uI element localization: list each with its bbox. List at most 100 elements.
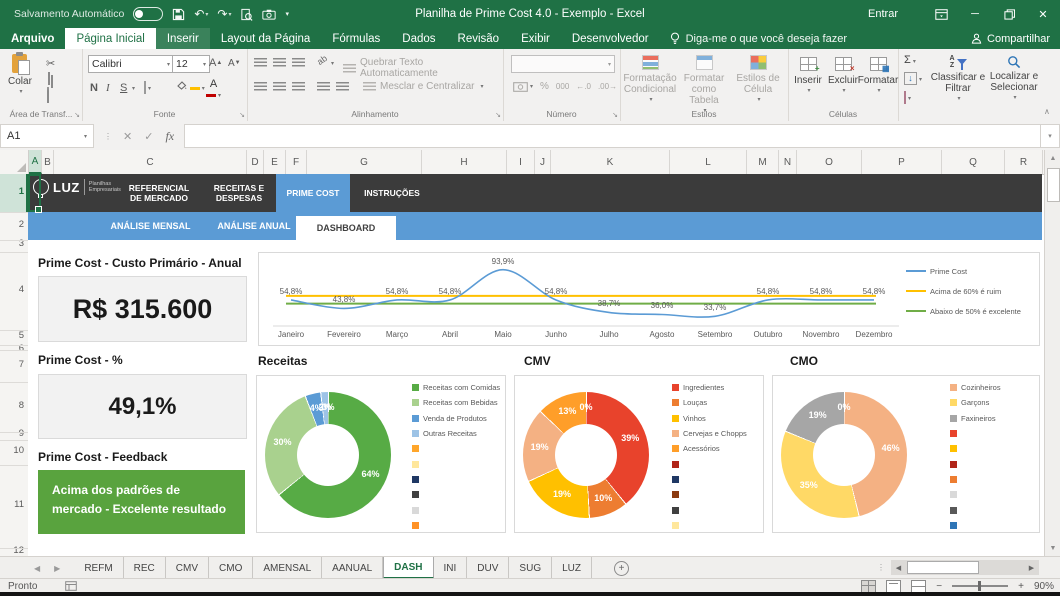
redo-caret-icon[interactable]: ▾ <box>228 11 231 18</box>
column-header-q[interactable]: Q <box>942 150 1005 174</box>
decrease-indent-icon[interactable] <box>317 82 330 91</box>
column-header-b[interactable]: B <box>42 150 54 174</box>
column-header-e[interactable]: E <box>264 150 286 174</box>
accounting-format-icon[interactable] <box>513 82 528 92</box>
zoom-out-icon[interactable]: − <box>936 581 942 592</box>
zoom-in-icon[interactable]: + <box>1018 581 1024 592</box>
sheet-tab-dash[interactable]: DASH <box>383 557 433 579</box>
font-name-combobox[interactable]: Calibri▾ <box>88 55 174 73</box>
name-box[interactable]: A1 ▾ <box>0 124 94 148</box>
subnav-analise-anual[interactable]: ANÁLISE ANUAL <box>208 212 300 240</box>
decrease-font-size-button[interactable]: A▼ <box>228 55 241 71</box>
align-bottom-icon[interactable] <box>292 58 305 67</box>
horizontal-scrollbar[interactable]: ⋮ ◀ ▶ <box>877 560 1042 575</box>
cut-button[interactable]: ✂ <box>46 55 55 71</box>
ribbon-tab-desenvolvedor[interactable]: Desenvolvedor <box>561 28 660 49</box>
find-select-button[interactable]: Localizar e Selecionar ▾ <box>988 55 1040 104</box>
sheet-prev-icon[interactable]: ◀ <box>34 564 40 573</box>
select-all-corner[interactable] <box>0 150 29 174</box>
row-header-8[interactable]: 8 <box>19 400 24 411</box>
redo-icon[interactable]: ↷▾ <box>217 7 231 21</box>
tab-split-handle-icon[interactable]: ⋮ <box>877 563 886 572</box>
increase-font-size-button[interactable]: A▲ <box>209 55 222 71</box>
print-preview-icon[interactable] <box>240 8 253 21</box>
align-right-icon[interactable] <box>292 82 305 91</box>
bold-button[interactable]: N <box>90 80 98 96</box>
sheet-tab-aanual[interactable]: AANUAL <box>322 557 383 579</box>
clipboard-dialog-launcher-icon[interactable]: ↘ <box>74 111 80 119</box>
zoom-slider-thumb[interactable] <box>978 581 981 591</box>
row-header-7[interactable]: 7 <box>19 359 24 370</box>
column-header-i[interactable]: I <box>507 150 535 174</box>
column-header-c[interactable]: C <box>54 150 247 174</box>
column-header-a[interactable]: A <box>29 150 42 174</box>
underline-caret-icon[interactable]: ▾ <box>132 85 135 92</box>
sign-in-button[interactable]: Entrar <box>868 8 898 20</box>
underline-button[interactable]: S <box>120 80 127 96</box>
format-painter-button[interactable] <box>47 91 49 102</box>
zoom-slider[interactable] <box>952 585 1008 587</box>
scroll-down-icon[interactable]: ▼ <box>1045 540 1060 556</box>
sheet-tab-amensal[interactable]: AMENSAL <box>253 557 322 579</box>
fill-color-button[interactable]: ▾ <box>175 80 205 93</box>
autosave-toggle[interactable] <box>133 7 163 21</box>
scroll-right-icon[interactable]: ▶ <box>1024 560 1039 575</box>
column-header-h[interactable]: H <box>422 150 507 174</box>
wrap-text-button[interactable]: Quebrar Texto Automaticamente <box>343 57 503 79</box>
format-as-table-button[interactable]: Formatar como Tabela ▾ <box>678 55 730 117</box>
sheet-tab-cmv[interactable]: CMV <box>166 557 209 579</box>
format-cells-button[interactable]: ▦ Formatar ▾ <box>860 57 896 97</box>
font-size-combobox[interactable]: 12▾ <box>172 55 210 73</box>
ribbon-display-options-icon[interactable] <box>924 0 958 28</box>
column-header-d[interactable]: D <box>247 150 264 174</box>
column-header-r[interactable]: R <box>1005 150 1043 174</box>
page-break-view-icon[interactable] <box>911 580 926 593</box>
vertical-scroll-thumb[interactable] <box>1047 168 1060 202</box>
undo-icon[interactable]: ↶▾ <box>194 7 208 21</box>
sheet-tab-refm[interactable]: REFM <box>74 557 123 579</box>
percent-style-button[interactable]: % <box>540 81 549 92</box>
borders-button[interactable]: ▾ <box>144 82 151 93</box>
formula-drag-handle-icon[interactable]: ⋮ <box>104 132 111 141</box>
sheet-tab-duv[interactable]: DUV <box>467 557 509 579</box>
number-format-combobox[interactable]: ▾ <box>511 55 615 73</box>
autosum-button[interactable]: Σ▾ <box>904 54 916 66</box>
align-top-icon[interactable] <box>254 58 267 67</box>
orientation-caret-icon[interactable]: ▾ <box>331 60 334 67</box>
vertical-scrollbar[interactable]: ▲ ▼ <box>1044 150 1060 556</box>
row-header-11[interactable]: 11 <box>14 499 24 510</box>
nav-instrucoes[interactable]: INSTRUÇÕES <box>354 174 430 212</box>
ribbon-tab-dados[interactable]: Dados <box>391 28 446 49</box>
nav-prime-cost[interactable]: PRIME COST <box>276 174 350 212</box>
row-header-12[interactable]: 12 <box>13 545 24 556</box>
prime-cost-line-chart[interactable]: Prime CostAcima de 60% é ruimAbaixo de 5… <box>258 252 1040 346</box>
increase-indent-icon[interactable] <box>336 82 349 91</box>
row-header-4[interactable]: 4 <box>19 284 24 295</box>
expand-formula-bar-icon[interactable]: ▾ <box>1040 124 1060 148</box>
row-header-2[interactable]: 2 <box>19 219 24 230</box>
normal-view-icon[interactable] <box>861 580 876 593</box>
clear-button[interactable]: ▾ <box>904 92 911 103</box>
customize-toolbar-icon[interactable]: ▾ <box>285 10 289 18</box>
ribbon-tab-layout-da-pagina[interactable]: Layout da Página <box>210 28 322 49</box>
subnav-dashboard[interactable]: DASHBOARD <box>296 216 396 240</box>
sheet-tab-sug[interactable]: SUG <box>509 557 552 579</box>
align-center-icon[interactable] <box>273 82 286 91</box>
orientation-button[interactable]: ab <box>315 53 329 67</box>
sheet-tab-rec[interactable]: REC <box>124 557 166 579</box>
font-color-button[interactable]: A▾ <box>206 79 221 101</box>
restore-button[interactable] <box>992 0 1026 28</box>
accounting-caret-icon[interactable]: ▾ <box>530 83 533 90</box>
ribbon-tab-revisao[interactable]: Revisão <box>447 28 511 49</box>
cell-styles-button[interactable]: Estilos de Célula ▾ <box>732 55 784 106</box>
active-cell-selection[interactable] <box>28 174 41 212</box>
decrease-decimal-button[interactable]: .00→ <box>598 82 617 91</box>
zoom-level[interactable]: 90% <box>1034 581 1054 592</box>
undo-caret-icon[interactable]: ▾ <box>205 11 208 18</box>
row-header-1[interactable]: 1 <box>19 186 24 197</box>
sheet-tab-cmo[interactable]: CMO <box>209 557 253 579</box>
sheet-tab-ini[interactable]: INI <box>434 557 468 579</box>
increase-decimal-button[interactable]: ←.0 <box>576 82 591 91</box>
sheet-next-icon[interactable]: ▶ <box>54 564 60 573</box>
ribbon-tab-pagina-inicial[interactable]: Página Inicial <box>65 28 155 49</box>
